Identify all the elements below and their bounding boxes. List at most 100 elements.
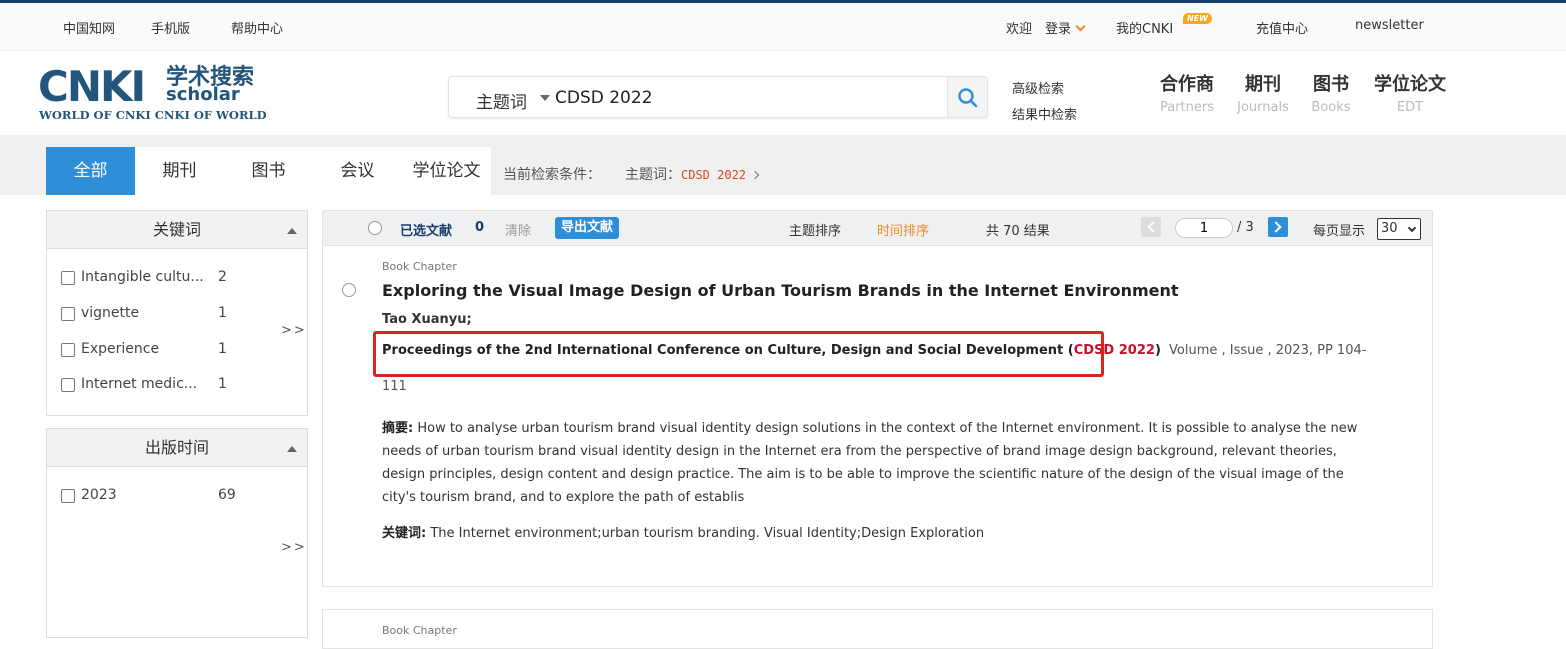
selected-label: 已选文献 xyxy=(400,224,453,239)
prev-page-button[interactable] xyxy=(1141,217,1161,237)
facet-keywords: 关键词 Intangible cultu... 2 vignette 1 Exp… xyxy=(46,210,308,416)
nav-partners-en: Partners xyxy=(1159,100,1215,115)
per-page-label: 每页显示 xyxy=(1313,224,1366,239)
result-title[interactable]: Exploring the Visual Image Design of Urb… xyxy=(382,281,1179,300)
selected-count: 0 xyxy=(475,220,485,235)
search-input[interactable] xyxy=(555,85,935,111)
my-cnki-link[interactable]: 我的CNKI xyxy=(1116,18,1173,37)
next-page-button[interactable] xyxy=(1268,217,1288,237)
facet-item-label: Experience xyxy=(81,341,160,357)
facet-item-count: 1 xyxy=(218,305,227,321)
facet-item-count: 1 xyxy=(218,341,227,357)
tab-journals[interactable]: 期刊 xyxy=(135,147,224,195)
checkbox[interactable] xyxy=(61,307,75,321)
abstract-text: How to analyse urban tourism brand visua… xyxy=(382,421,1358,505)
facet-item-label: Internet medic... xyxy=(81,376,198,392)
result-type: Book Chapter xyxy=(382,260,457,273)
tab-all[interactable]: 全部 xyxy=(46,147,135,195)
facet-item-count: 69 xyxy=(218,487,236,503)
nav-edt[interactable]: 学位论文 EDT xyxy=(1372,70,1448,115)
tab-bar: 全部 期刊 图书 会议 学位论文 当前检索条件： 主题词：CDSD 2022 xyxy=(0,135,1566,195)
page-input[interactable] xyxy=(1175,218,1233,238)
export-button[interactable]: 导出文献 xyxy=(555,217,620,239)
nav-books[interactable]: 图书 Books xyxy=(1306,70,1356,115)
logo-main: CNKI xyxy=(38,62,146,111)
result-author[interactable]: Tao Xuanyu; xyxy=(382,312,472,327)
collapse-icon[interactable] xyxy=(287,446,297,452)
result-item: Book Chapter Exploring the Visual Image … xyxy=(322,246,1433,587)
link-help[interactable]: 帮助中心 xyxy=(231,18,283,37)
select-all-radio[interactable] xyxy=(368,221,382,235)
caret-down-icon[interactable] xyxy=(540,95,550,101)
search-box: 主题词 xyxy=(448,76,988,118)
facet-keywords-title: 关键词 xyxy=(152,220,201,239)
login-link[interactable]: 登录 xyxy=(1045,18,1086,37)
newsletter-link[interactable]: newsletter xyxy=(1355,18,1424,33)
highlight-annotation-box xyxy=(373,331,1104,377)
nav-edt-cn: 学位论文 xyxy=(1374,74,1446,95)
cnki-scholar-logo[interactable]: CNKI 学术搜索 scholar WORLD OF CNKI CNKI OF … xyxy=(38,62,270,123)
result-type: Book Chapter xyxy=(382,624,457,637)
facet-keywords-header[interactable]: 关键词 xyxy=(47,211,307,249)
result-volume: Volume , Issue , 2023, PP 104- xyxy=(1169,343,1367,358)
checkbox[interactable] xyxy=(61,378,75,392)
tab-theses[interactable]: 学位论文 xyxy=(402,147,491,195)
nav-journals-cn: 期刊 xyxy=(1245,74,1281,95)
logo-subtitle: WORLD OF CNKI CNKI OF WORLD xyxy=(39,108,267,122)
more-pubtime-link[interactable]: >> xyxy=(281,540,307,555)
nav-journals-en: Journals xyxy=(1237,100,1289,115)
link-mobile[interactable]: 手机版 xyxy=(151,18,190,37)
facet-item-count: 2 xyxy=(218,269,227,285)
page-total: / 3 xyxy=(1237,220,1254,235)
condition-tag[interactable]: 主题词：CDSD 2022 xyxy=(625,164,760,184)
facet-pubtime: 出版时间 2023 69 >> xyxy=(46,428,308,638)
new-badge: NEW xyxy=(1183,13,1212,24)
link-cnki-home[interactable]: 中国知网 xyxy=(63,18,115,37)
facet-item-label: 2023 xyxy=(81,487,117,503)
checkbox[interactable] xyxy=(61,343,75,357)
nav-partners[interactable]: 合作商 Partners xyxy=(1158,70,1216,115)
more-keywords-link[interactable]: >> xyxy=(281,323,307,338)
condition-field: 主题词： xyxy=(625,167,681,183)
result-item: Book Chapter xyxy=(322,609,1433,649)
search-button[interactable] xyxy=(947,77,987,117)
sort-topic[interactable]: 主题排序 xyxy=(789,220,841,239)
tab-books[interactable]: 图书 xyxy=(224,147,313,195)
facet-item-label: Intangible cultu... xyxy=(81,269,204,285)
facet-item[interactable]: 2023 69 xyxy=(61,487,291,507)
result-keywords: 关键词: The Internet environment;urban tour… xyxy=(382,522,984,541)
facet-item[interactable]: Experience 1 xyxy=(61,341,291,361)
clear-button[interactable]: 清除 xyxy=(505,220,531,239)
per-page-value: 30 xyxy=(1381,221,1398,236)
recharge-link[interactable]: 充值中心 xyxy=(1256,18,1308,37)
top-bar: 中国知网 手机版 帮助中心 欢迎 登录 我的CNKI NEW 充值中心 news… xyxy=(0,3,1566,51)
sort-time[interactable]: 时间排序 xyxy=(877,220,929,239)
facet-item[interactable]: Internet medic... 1 xyxy=(61,376,291,396)
search-within-link[interactable]: 结果中检索 xyxy=(1012,104,1077,123)
nav-books-cn: 图书 xyxy=(1313,74,1349,95)
facet-pubtime-header[interactable]: 出版时间 xyxy=(47,429,307,467)
advanced-search-link[interactable]: 高级检索 xyxy=(1012,78,1064,97)
facet-item[interactable]: Intangible cultu... 2 xyxy=(61,269,291,289)
tab-conference[interactable]: 会议 xyxy=(313,147,402,195)
facet-item[interactable]: vignette 1 xyxy=(61,305,291,325)
search-field-select[interactable]: 主题词 xyxy=(476,88,527,113)
checkbox[interactable] xyxy=(61,489,75,503)
login-label: 登录 xyxy=(1045,22,1072,37)
header: CNKI 学术搜索 scholar WORLD OF CNKI CNKI OF … xyxy=(0,52,1566,135)
checkbox[interactable] xyxy=(61,271,75,285)
condition-label: 当前检索条件： xyxy=(503,167,601,183)
chevron-down-icon xyxy=(1075,21,1086,32)
facet-pubtime-title: 出版时间 xyxy=(144,438,209,457)
result-abstract: 摘要: How to analyse urban tourism brand v… xyxy=(382,417,1367,509)
nav-journals[interactable]: 期刊 Journals xyxy=(1234,70,1292,115)
chevron-down-icon xyxy=(1407,223,1417,233)
per-page-select[interactable]: 30 xyxy=(1377,218,1421,240)
chevron-right-icon xyxy=(750,170,760,180)
result-select-radio[interactable] xyxy=(342,283,356,297)
keywords-label: 关键词: xyxy=(382,526,427,541)
facet-item-count: 1 xyxy=(218,376,227,392)
logo-scholar: scholar xyxy=(166,84,240,105)
collapse-icon[interactable] xyxy=(287,228,297,234)
nav-edt-en: EDT xyxy=(1396,100,1424,115)
